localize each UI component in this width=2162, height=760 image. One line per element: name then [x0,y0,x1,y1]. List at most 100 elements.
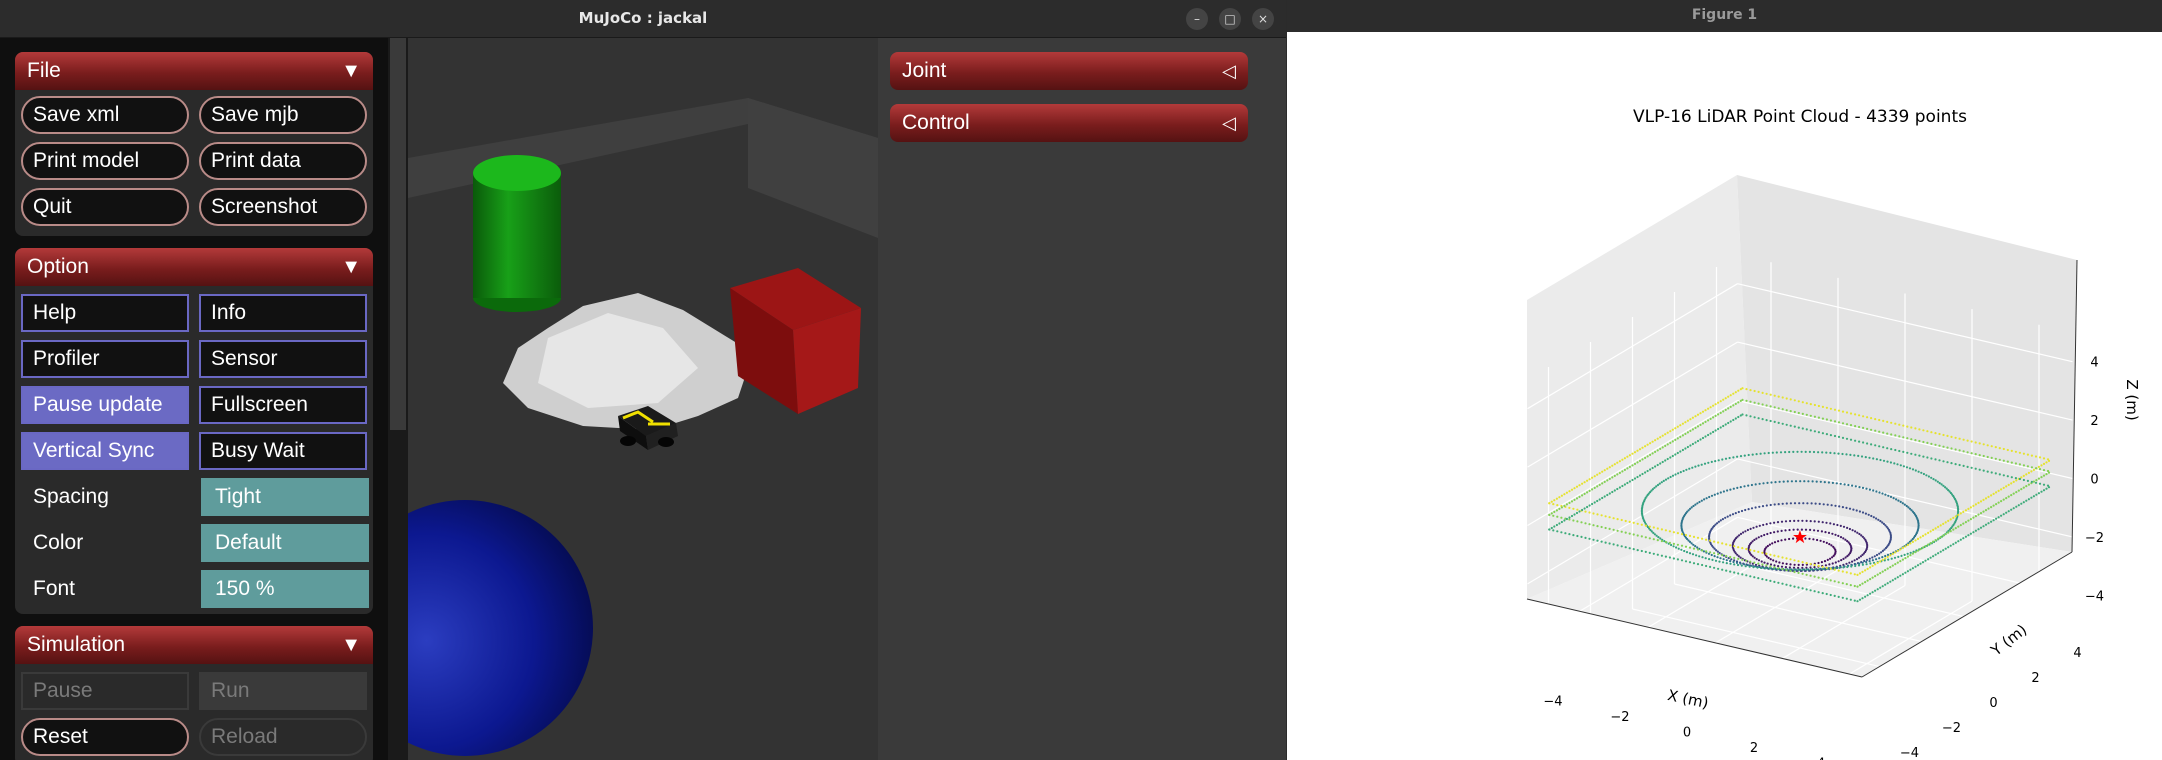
lidar-point [1701,410,1705,413]
print-data-button[interactable]: Print data [199,142,367,180]
lidar-point [1952,528,1955,531]
simulation-viewport[interactable] [408,38,878,760]
lidar-point [2002,459,2005,462]
lidar-point [1690,542,1693,545]
lidar-point [1676,425,1679,428]
lidar-point [1894,434,1897,437]
lidar-point [1671,428,1674,431]
lidar-point [2035,479,2038,482]
lidar-point [1700,463,1703,466]
screenshot-button[interactable]: Screenshot [199,188,367,226]
lidar-point [1927,543,1930,546]
lidar-point [1696,536,1700,539]
lidar-point [1737,557,1740,561]
help-checkbox[interactable]: Help [21,294,189,332]
lidar-point [1998,447,2001,450]
lidar-point [1809,528,1812,531]
close-icon[interactable]: × [1252,8,1274,30]
color-select[interactable]: Default [201,524,369,562]
lidar-point [1929,556,1932,559]
lidar-point [1906,570,1909,573]
lidar-point [1920,471,1923,474]
lidar-point [1954,448,1957,451]
lidar-point [1784,520,1788,523]
lidar-point [1793,559,1796,562]
lidar-point [1986,470,1989,473]
lidar-point [1739,562,1742,565]
lidar-point [1717,401,1720,404]
vertical-sync-checkbox[interactable]: Vertical Sync [21,432,189,470]
spacing-select[interactable]: Tight [201,478,369,516]
lidar-point [1785,557,1788,560]
lidar-point [1821,405,1824,408]
lidar-point [1926,456,1929,459]
save-mjb-button[interactable]: Save mjb [199,96,367,134]
save-xml-button[interactable]: Save xml [21,96,189,134]
lidar-point [1612,517,1615,520]
lidar-point [1851,529,1854,532]
lidar-point [1756,566,1759,569]
lidar-point [1748,565,1751,568]
lidar-point [1716,492,1719,495]
lidar-point [1809,566,1812,569]
lidar-point [1773,564,1776,567]
lidar-point [1784,451,1787,454]
lidar-point [1858,510,1861,513]
profiler-checkbox[interactable]: Profiler [21,340,189,378]
lidar-point [1729,570,1732,573]
lidar-point [1820,530,1823,533]
pause-radio[interactable]: Pause [21,672,189,710]
lidar-point [1921,534,1925,537]
fullscreen-checkbox[interactable]: Fullscreen [199,386,367,424]
lidar-point [1568,533,1571,536]
sensor-checkbox[interactable]: Sensor [199,340,367,378]
run-radio[interactable]: Run [199,672,367,710]
lidar-point [1714,414,1717,417]
lidar-point [1825,418,1828,421]
lidar-point [1603,469,1606,472]
minimize-icon[interactable]: – [1186,8,1208,30]
lidar-point [1921,561,1925,564]
lidar-point [1801,412,1804,415]
z-tick-label: 2 [2090,414,2098,429]
lidar-point [1570,488,1574,491]
lidar-point [1753,389,1756,393]
lidar-point [1773,580,1776,584]
left-panel-scrollbar[interactable] [388,38,408,760]
lidar-point [1959,512,1962,515]
lidar-point [1773,406,1776,409]
control-section-header[interactable]: Control ◁ [890,104,1248,142]
lidar-point [1707,433,1710,437]
reset-button[interactable]: Reset [21,718,189,756]
lidar-3d-plot[interactable]: VLP-16 LiDAR Point Cloud - 4339 points −… [1287,32,2162,760]
lidar-point [1790,480,1793,483]
lidar-point [1957,513,1960,516]
lidar-point [1992,492,1995,495]
lidar-point [1808,537,1811,540]
font-select[interactable]: 150 % [201,570,369,608]
simulation-section-header[interactable]: Simulation ▼ [15,626,373,664]
option-section-header[interactable]: Option ▼ [15,248,373,286]
reload-button[interactable]: Reload [199,718,367,756]
file-section-header[interactable]: File ▼ [15,52,373,90]
lidar-point [1826,558,1829,562]
lidar-point [1685,551,1689,554]
lidar-point [1785,562,1788,566]
lidar-point [1753,556,1756,559]
lidar-point [2032,480,2035,483]
print-model-button[interactable]: Print model [21,142,189,180]
scrollbar-thumb[interactable] [390,38,406,430]
joint-section-header[interactable]: Joint ◁ [890,52,1248,90]
pause-update-checkbox[interactable]: Pause update [21,386,189,424]
lidar-point [1861,582,1864,585]
maximize-icon[interactable]: □ [1219,8,1241,30]
lidar-point [1954,515,1957,518]
lidar-point [1860,455,1864,458]
lidar-point [2040,490,2043,493]
lidar-point [2042,457,2046,460]
info-checkbox[interactable]: Info [199,294,367,332]
quit-button[interactable]: Quit [21,188,189,226]
lidar-point [1785,397,1788,400]
lidar-point [1725,543,1728,546]
busy-wait-checkbox[interactable]: Busy Wait [199,432,367,470]
